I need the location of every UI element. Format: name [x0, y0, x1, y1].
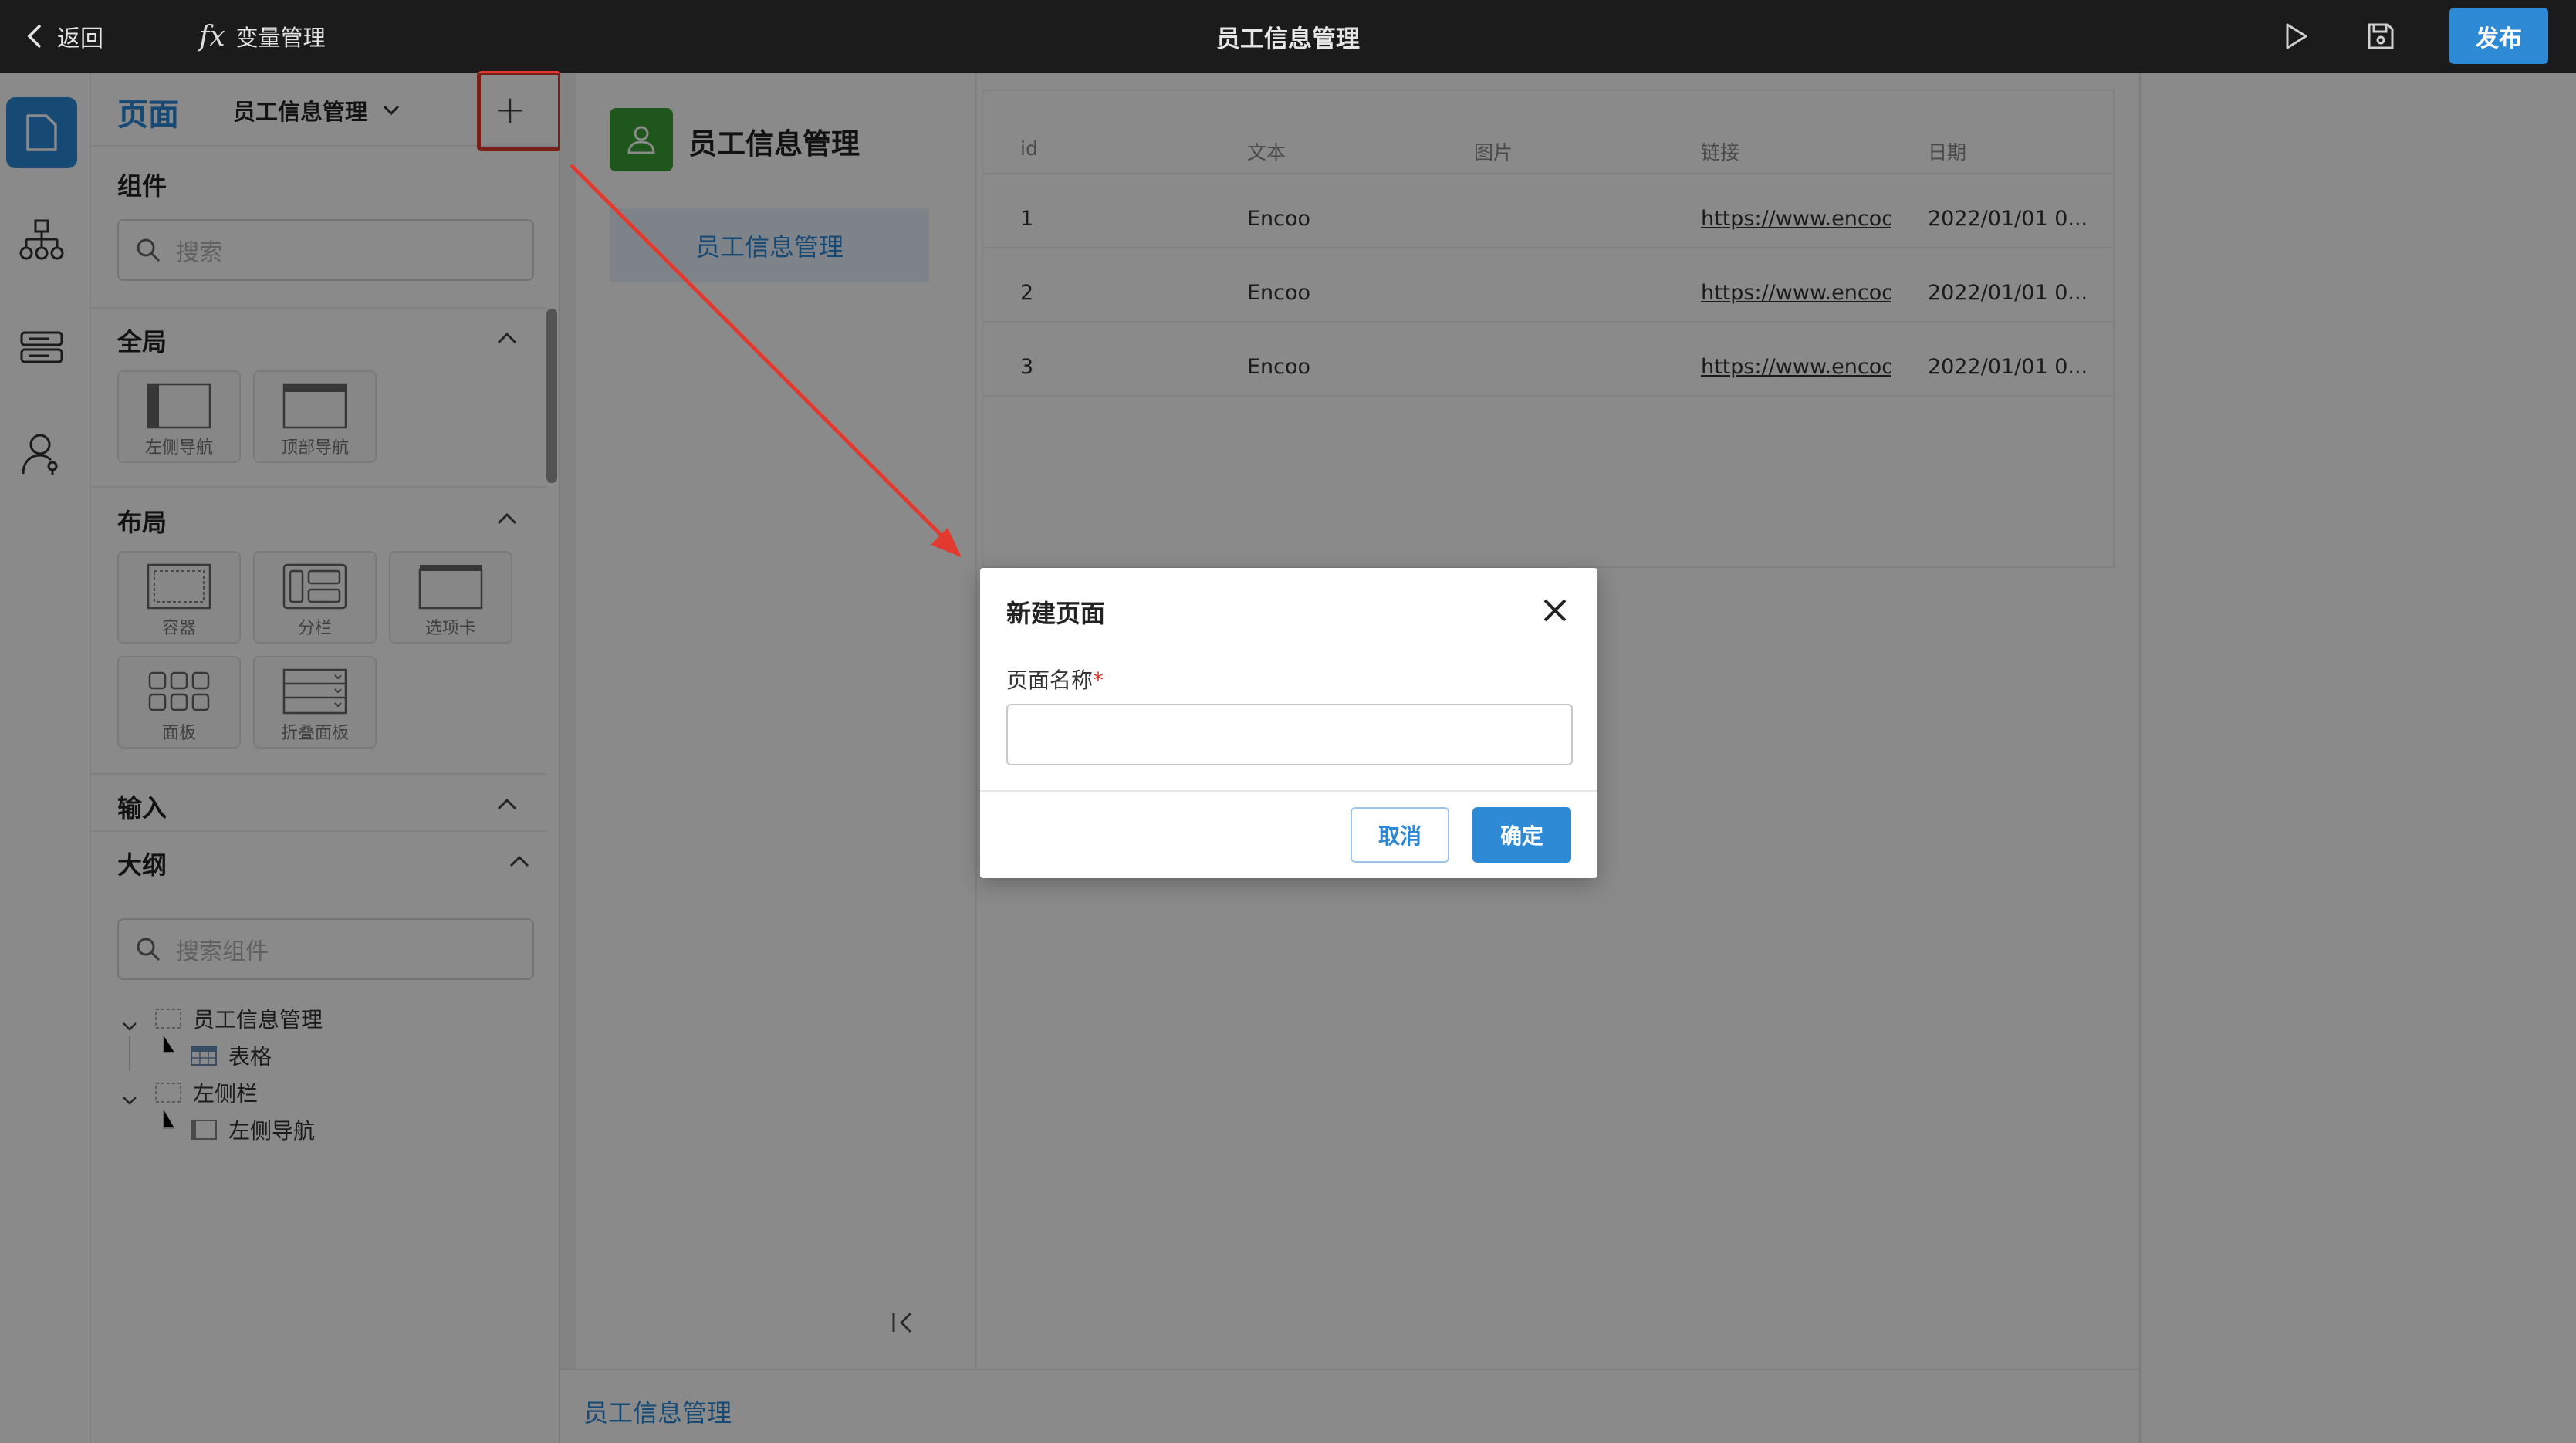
topbar-overlay [0, 0, 2576, 73]
dialog-divider [980, 790, 1597, 792]
cancel-button[interactable]: 取消 [1351, 807, 1449, 863]
close-icon[interactable] [1539, 594, 1571, 627]
page-name-label-text: 页面名称 [1006, 667, 1094, 693]
confirm-button[interactable]: 确定 [1472, 807, 1571, 863]
new-page-dialog: 新建页面 页面名称* 取消 确定 [980, 568, 1597, 878]
page-name-label: 页面名称* [1006, 664, 1104, 694]
page-name-input[interactable] [1006, 704, 1573, 765]
required-mark: * [1093, 667, 1104, 693]
dialog-title: 新建页面 [1006, 599, 1106, 628]
